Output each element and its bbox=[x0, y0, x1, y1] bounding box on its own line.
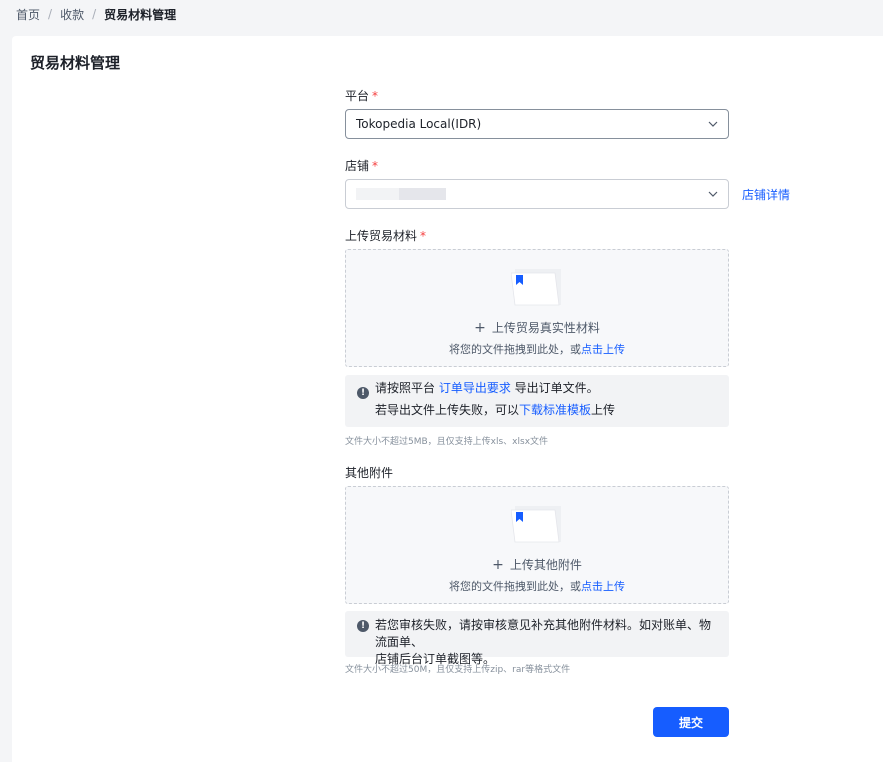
submit-button[interactable]: 提交 bbox=[653, 707, 729, 737]
order-export-requirements-link[interactable]: 订单导出要求 bbox=[439, 381, 511, 395]
folder-upload-icon bbox=[510, 506, 561, 543]
required-mark: * bbox=[372, 159, 379, 173]
info-icon: ! bbox=[357, 387, 369, 399]
required-mark: * bbox=[372, 89, 379, 103]
chevron-down-icon bbox=[708, 191, 718, 197]
plus-icon: + bbox=[492, 557, 504, 573]
store-label: 店铺 * bbox=[345, 159, 379, 173]
breadcrumb-separator: / bbox=[92, 7, 97, 21]
store-select-value-redacted bbox=[356, 188, 446, 200]
breadcrumb-payments[interactable]: 收款 bbox=[60, 6, 84, 23]
breadcrumb-separator: / bbox=[48, 7, 53, 21]
breadcrumb-home[interactable]: 首页 bbox=[16, 6, 40, 23]
other-upload-dropzone[interactable]: + 上传其他附件 将您的文件拖拽到此处，或点击上传 bbox=[345, 486, 729, 604]
main-card: 贸易材料管理 平台 * Tokopedia Local(IDR) 店铺 * 店铺详情… bbox=[12, 36, 883, 762]
trade-upload-title: + 上传贸易真实性材料 bbox=[474, 320, 600, 336]
page-title: 贸易材料管理 bbox=[30, 54, 121, 72]
download-template-link[interactable]: 下载标准模板 bbox=[519, 403, 591, 417]
store-detail-link[interactable]: 店铺详情 bbox=[742, 186, 790, 203]
other-size-tip: 文件大小不超过50M，且仅支持上传zip、rar等格式文件 bbox=[345, 665, 571, 675]
other-upload-hint: 将您的文件拖拽到此处，或点击上传 bbox=[449, 580, 625, 593]
notice-line-2: 若导出文件上传失败，可以下载标准模板上传 bbox=[375, 403, 616, 417]
notice-line-1: 请按照平台 订单导出要求 导出订单文件。 bbox=[375, 381, 599, 395]
info-icon: ! bbox=[357, 620, 369, 632]
trade-upload-label: 上传贸易材料 * bbox=[345, 229, 427, 243]
platform-select[interactable]: Tokopedia Local(IDR) bbox=[345, 109, 729, 139]
platform-select-value: Tokopedia Local(IDR) bbox=[356, 117, 482, 131]
trade-upload-hint: 将您的文件拖拽到此处，或点击上传 bbox=[449, 343, 625, 356]
breadcrumb-current: 贸易材料管理 bbox=[104, 7, 177, 22]
platform-label: 平台 * bbox=[345, 89, 379, 103]
breadcrumb: 首页 / 收款 / 贸易材料管理 bbox=[16, 6, 176, 22]
other-click-upload-link[interactable]: 点击上传 bbox=[581, 580, 625, 593]
folder-upload-icon bbox=[510, 269, 561, 306]
trade-upload-notice: ! 请按照平台 订单导出要求 导出订单文件。 若导出文件上传失败，可以下载标准模… bbox=[345, 375, 729, 427]
other-upload-title: + 上传其他附件 bbox=[492, 557, 582, 573]
store-select[interactable] bbox=[345, 179, 729, 209]
chevron-down-icon bbox=[708, 121, 718, 127]
plus-icon: + bbox=[474, 320, 486, 336]
trade-size-tip: 文件大小不超过5MB，且仅支持上传xls、xlsx文件 bbox=[345, 437, 549, 447]
trade-click-upload-link[interactable]: 点击上传 bbox=[581, 343, 625, 356]
other-upload-label: 其他附件 bbox=[345, 466, 394, 480]
required-mark: * bbox=[420, 229, 427, 243]
notice-line-1: 若您审核失败，请按审核意见补充其他附件材料。如对账单、物流面单、 bbox=[375, 618, 712, 649]
other-upload-notice: ! 若您审核失败，请按审核意见补充其他附件材料。如对账单、物流面单、 店铺后台订… bbox=[345, 611, 729, 666]
trade-upload-dropzone[interactable]: + 上传贸易真实性材料 将您的文件拖拽到此处，或点击上传 bbox=[345, 249, 729, 367]
